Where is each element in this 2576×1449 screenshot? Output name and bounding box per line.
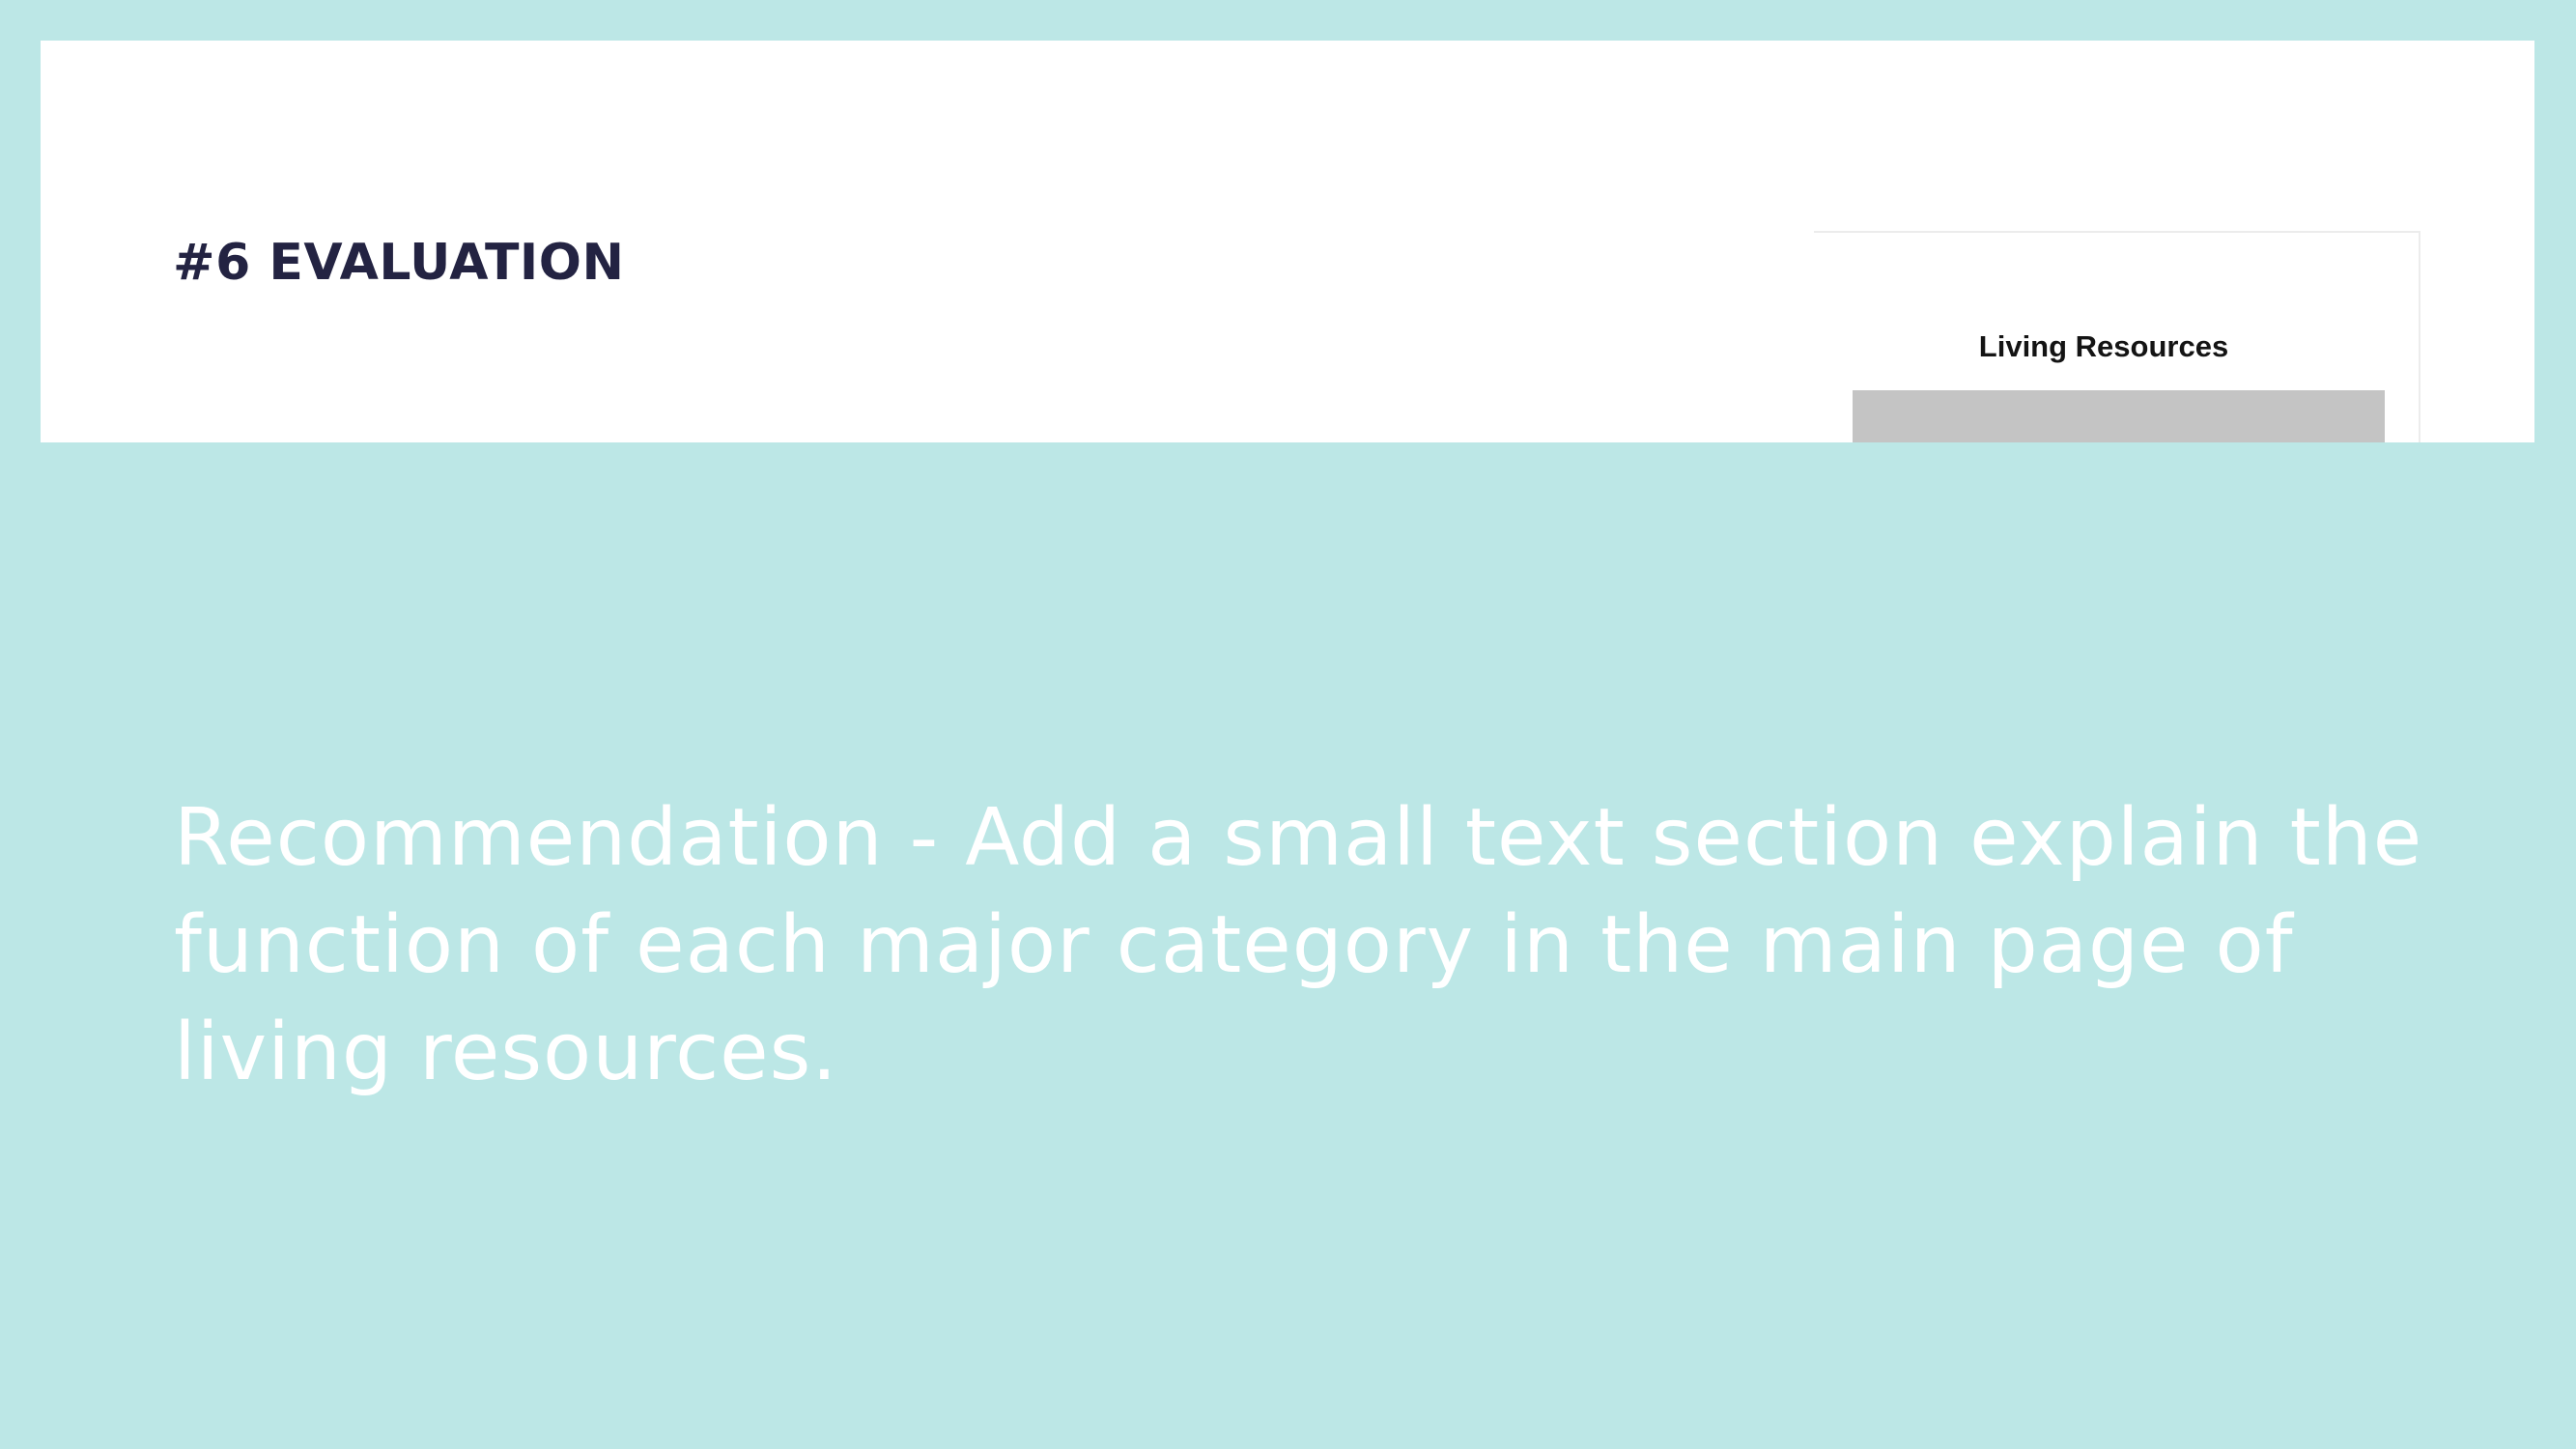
slide-title: #6 EVALUATION <box>173 234 625 292</box>
screenshot-card-title: Living Resources <box>1978 329 2229 363</box>
recommendation-text: Recommendation - Add a small text sectio… <box>174 792 2423 1098</box>
top-panel: #6 EVALUATION Living Resources <box>41 41 2534 442</box>
living-resources-screenshot: Living Resources <box>1814 231 2420 442</box>
image-placeholder <box>1853 390 2385 442</box>
